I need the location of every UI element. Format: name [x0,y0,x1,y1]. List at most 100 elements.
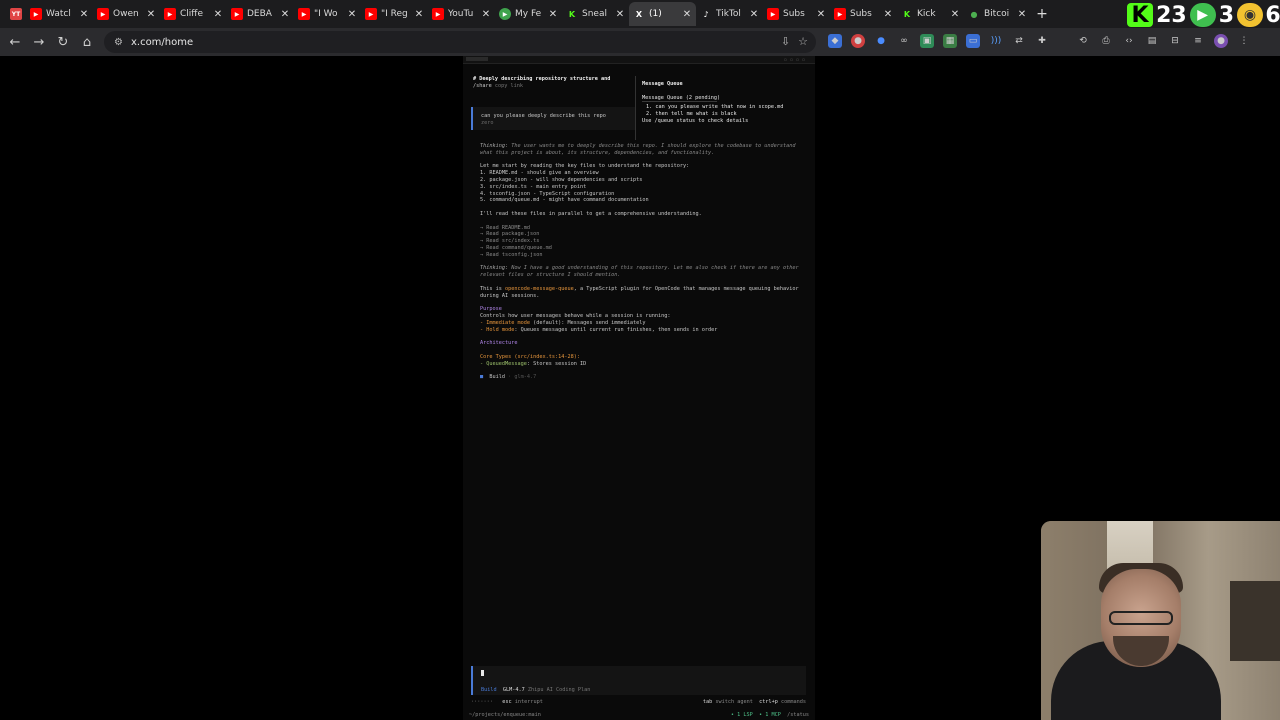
browser-tab[interactable]: ▶ DEBA ✕ [227,2,294,26]
tab-title: Watcl [46,9,71,19]
youtube-icon: ▶ [432,8,444,20]
user-message: can you please deeply describe this repo… [471,107,636,130]
plan-item: 1. README.md - should give an overview [480,170,599,177]
extension-chrome-icon[interactable]: ● [851,34,865,48]
extension-badge-icon[interactable]: ▣ [920,34,934,48]
tab-title: DEBA [247,9,272,19]
prompt-input[interactable]: Build GLM-4.7 Zhipu AI Coding Plan [471,666,806,695]
tab-close-icon[interactable]: ✕ [950,9,960,20]
plan-item: 5. command/queue.md - might have command… [480,197,649,204]
tab-close-icon[interactable]: ✕ [883,9,893,20]
tab-favicon-icon: YT [10,8,22,20]
site-settings-icon[interactable]: ⚙ [114,37,123,48]
media-icon[interactable]: ≡ [1191,34,1205,48]
tool-read-line: → Read package.json [480,231,540,238]
terminal-tab[interactable] [466,57,488,61]
extension-grid-icon[interactable]: ▦ [943,34,957,48]
forward-icon[interactable]: → [27,35,51,50]
browser-tab[interactable]: K Sneal ✕ [562,2,629,26]
tab-close-icon[interactable]: ✕ [414,9,424,20]
save-icon[interactable]: ⎙ [1099,34,1113,48]
back-icon[interactable]: ← [3,35,27,50]
home-icon[interactable]: ⌂ [75,35,99,50]
tab-close-icon[interactable]: ✕ [1017,9,1027,20]
extension-window-icon[interactable]: ▭ [966,34,980,48]
devtools-icon[interactable]: ‹› [1122,34,1136,48]
browser-tab[interactable]: ▶ "I Wo ✕ [294,2,361,26]
mode-line: - Immediate mode (default): Messages sen… [480,319,646,326]
youtube-icon: ▶ [97,8,109,20]
browser-tab[interactable]: ♪ TikTol ✕ [696,2,763,26]
extension-translate-icon[interactable]: ⇄ [1012,34,1026,48]
extension-glasses-icon[interactable]: ∞ [897,34,911,48]
model-selector[interactable]: Build GLM-4.7 Zhipu AI Coding Plan [481,687,806,694]
browser-tab[interactable]: ▶ Owen ✕ [93,2,160,26]
tab-close-icon[interactable]: ✕ [146,9,156,20]
extension-audio-icon[interactable]: ))) [989,34,1003,48]
browser-tab[interactable]: ▶ YouTu ✕ [428,2,495,26]
new-tab-button[interactable]: + [1033,6,1051,22]
webcam-overlay [1041,521,1280,720]
session-title: # Deeply describing repository structure… [473,76,611,82]
tab-close-icon[interactable]: ✕ [816,9,826,20]
tab-close-icon[interactable]: ✕ [347,9,357,20]
tab-title: (1) [649,9,662,19]
queue-footer: Use /queue status to check details [642,117,749,124]
terminal-controls-icon[interactable]: ▫ ▫ ▫ ▫ [784,57,805,64]
url-input[interactable]: ⚙ x.com/home ⇩ ☆ [104,31,816,53]
extension-dot-icon[interactable]: ● [874,34,888,48]
interrupt-hint: ······· esc interrupt [471,699,543,705]
tab-title: Cliffe [180,9,204,19]
browser-tab[interactable]: ▶ "I Reg ✕ [361,2,428,26]
bookmark-star-icon[interactable]: ☆ [798,35,808,48]
address-bar: ← → ↻ ⌂ ⚙ x.com/home ⇩ ☆ ◆ ● ● ∞ ▣ ▦ ▭ )… [0,28,1280,56]
tab-close-icon[interactable]: ✕ [79,9,89,20]
tab-close-icon[interactable]: ✕ [481,9,491,20]
tab-close-icon[interactable]: ✕ [213,9,223,20]
share-command[interactable]: /share [473,83,492,89]
extension-puzzle-icon[interactable]: ✚ [1035,34,1049,48]
queue-title: Message Queue [642,81,683,87]
architecture-heading: Architecture [480,340,518,347]
reload-icon[interactable]: ↻ [51,35,75,50]
sidepanel-icon[interactable]: ▤ [1145,34,1159,48]
purpose-heading: Purpose [480,306,502,313]
overlay-icons: K 23 ▶ 3 ◉ 6 [1127,2,1280,28]
tab-close-icon[interactable]: ✕ [749,9,759,20]
browser-tab[interactable]: ▶ Subs ✕ [763,2,830,26]
copy-link[interactable]: copy link [495,83,523,89]
menu-kebab-icon[interactable]: ⋮ [1237,34,1251,48]
tool-read-line: → Read README.md [480,224,530,231]
overlay-counter-3: 6 [1265,2,1280,28]
tab-search-icon[interactable]: ⊟ [1168,34,1182,48]
tool-read-line: → Read tsconfig.json [480,251,543,258]
browser-tab[interactable]: YT [6,2,26,26]
tab-close-icon[interactable]: ✕ [280,9,290,20]
browser-tab[interactable]: ● Bitcoi ✕ [964,2,1031,26]
youtube-icon: ▶ [231,8,243,20]
tab-close-icon[interactable]: ✕ [615,9,625,20]
extension-shield-icon[interactable]: ◆ [828,34,842,48]
tab-favicon-icon: K [568,9,576,19]
browser-tab[interactable]: ▶ My Fe ✕ [495,2,562,26]
mask-overlay-icon: ◉ [1237,3,1263,27]
history-icon[interactable]: ⟲ [1076,34,1090,48]
tab-close-icon[interactable]: ✕ [682,9,692,20]
tab-favicon-icon: X [635,9,643,19]
browser-tab[interactable]: ▶ Watcl ✕ [26,2,93,26]
project-path: ~/projects/enqueue:main [469,712,541,718]
browser-tab[interactable]: X (1) ✕ [629,2,696,26]
tab-strip: YT ▶ Watcl ✕ ▶ Owen ✕ ▶ Cliffe ✕ ▶ DEBA ✕ ▶ "I Wo ✕ ▶ "I … [0,0,1280,28]
browser-tab[interactable]: K Kick ✕ [897,2,964,26]
tab-close-icon[interactable]: ✕ [548,9,558,20]
url-text: x.com/home [130,36,194,48]
browser-tab[interactable]: ▶ Cliffe ✕ [160,2,227,26]
play-icon: ▶ [499,8,511,20]
keyboard-hints: ······· esc interrupt tab switch agent c… [471,699,806,706]
session-header: # Deeply describing repository structure… [473,76,633,90]
status-indicators: • 1 LSP • 1 MCP /status [730,712,809,718]
profile-avatar[interactable]: ● [1214,34,1228,48]
tab-title: Subs [850,9,872,19]
install-icon[interactable]: ⇩ [781,35,790,48]
browser-tab[interactable]: ▶ Subs ✕ [830,2,897,26]
